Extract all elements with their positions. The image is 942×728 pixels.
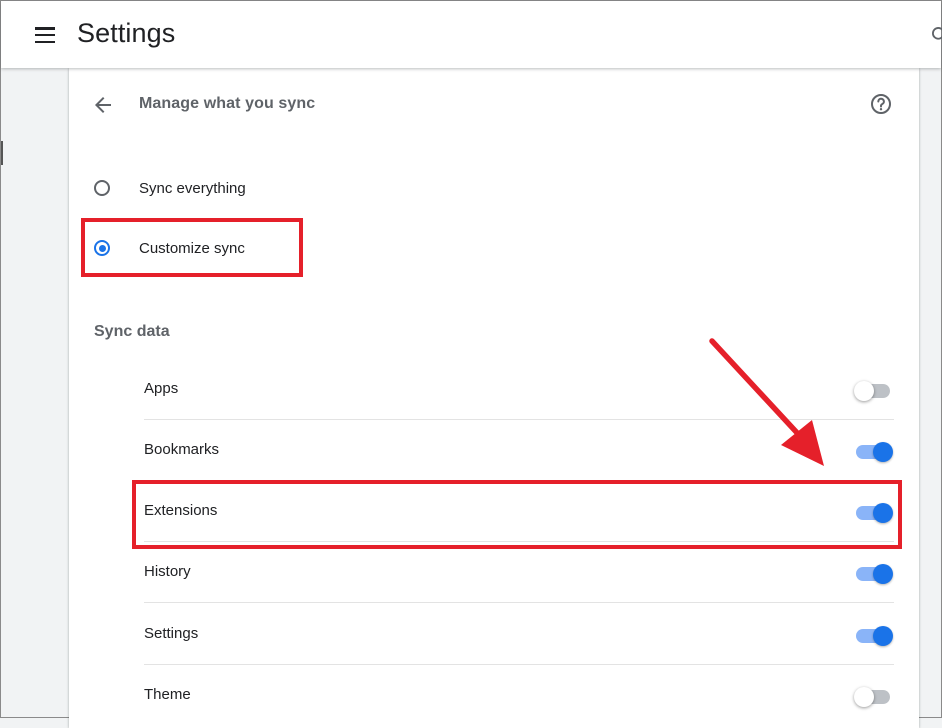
history-toggle[interactable]: [854, 562, 894, 584]
search-icon[interactable]: [930, 25, 942, 45]
sync-item-label: Settings: [144, 625, 199, 642]
sync-item-label: Extensions: [144, 502, 218, 519]
help-icon[interactable]: [869, 92, 893, 116]
sync-item-settings: Settings: [144, 604, 894, 665]
arrow-back-icon[interactable]: [91, 93, 115, 117]
sync-item-label: Bookmarks: [144, 441, 220, 458]
sync-everything-label: Sync everything: [139, 180, 246, 197]
theme-toggle[interactable]: [854, 685, 894, 707]
sync-item-extensions: Extensions: [144, 481, 894, 542]
customize-sync-radio[interactable]: [94, 240, 110, 256]
sync-item-label: Theme: [144, 686, 191, 703]
extensions-toggle[interactable]: [854, 501, 894, 523]
app-title: Settings: [77, 18, 176, 48]
apps-toggle[interactable]: [854, 379, 894, 401]
hamburger-menu-icon[interactable]: [35, 27, 55, 44]
sync-item-apps: Apps: [144, 359, 894, 420]
sync-item-history: History: [144, 542, 894, 603]
window-edge-mark: [1, 141, 3, 165]
bookmarks-toggle[interactable]: [854, 440, 894, 462]
sync-item-label: History: [144, 563, 191, 580]
sync-item-bookmarks: Bookmarks: [144, 420, 894, 481]
sync-data-heading: Sync data: [94, 323, 170, 340]
sync-item-label: Apps: [144, 380, 179, 397]
customize-sync-label: Customize sync: [139, 240, 245, 257]
sync-everything-radio[interactable]: [94, 180, 110, 196]
sync-everything-option[interactable]: Sync everything: [92, 176, 292, 204]
settings-toolbar: Settings: [1, 1, 942, 68]
page-title: Manage what you sync: [139, 95, 316, 112]
settings-toggle[interactable]: [854, 624, 894, 646]
sync-item-theme: Theme: [144, 665, 894, 725]
customize-sync-option[interactable]: Customize sync: [92, 236, 292, 264]
